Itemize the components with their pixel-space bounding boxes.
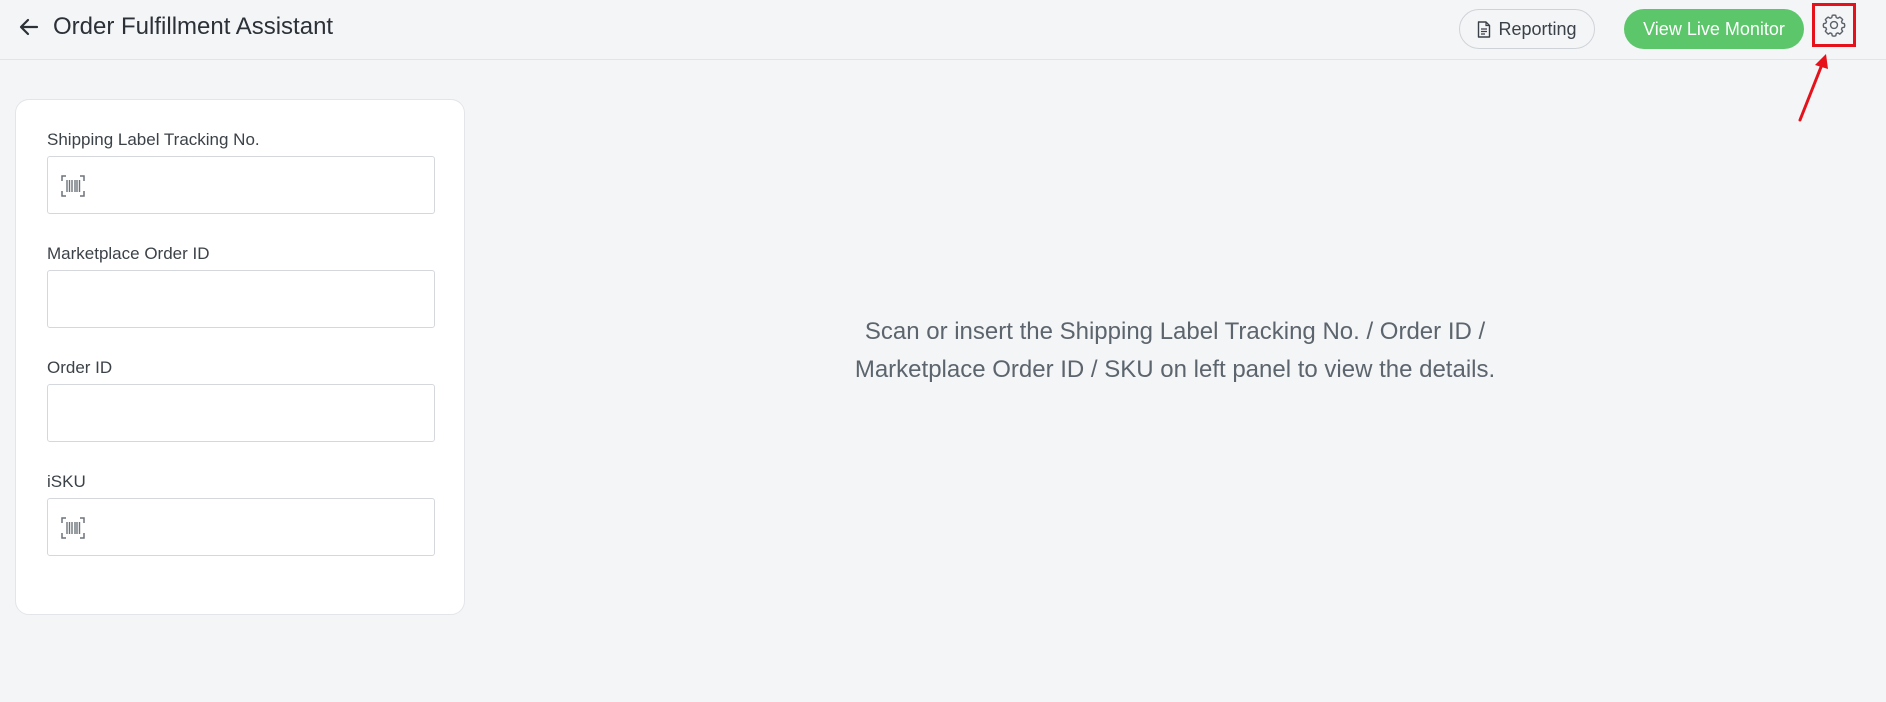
marketplace-order-id-field[interactable] xyxy=(47,270,435,328)
tracking-number-label: Shipping Label Tracking No. xyxy=(47,130,260,149)
order-id-field[interactable] xyxy=(47,384,435,442)
back-button[interactable] xyxy=(14,12,44,42)
marketplace-order-id-input[interactable] xyxy=(48,271,434,327)
empty-state-message: Scan or insert the Shipping Label Tracki… xyxy=(760,313,1590,389)
arrow-left-icon xyxy=(19,18,39,36)
settings-button[interactable] xyxy=(1812,3,1856,47)
reporting-label: Reporting xyxy=(1498,18,1577,39)
top-header: Order Fulfillment Assistant Reporting Vi… xyxy=(0,0,1886,60)
order-id-label: Order ID xyxy=(47,358,113,377)
marketplace-order-id-label: Marketplace Order ID xyxy=(47,244,210,263)
document-icon xyxy=(1478,20,1491,38)
isku-field[interactable] xyxy=(47,498,435,556)
tracking-number-field[interactable] xyxy=(47,156,435,214)
annotation-arrow xyxy=(1798,54,1828,122)
empty-state-line-2: Marketplace Order ID / SKU on left panel… xyxy=(854,356,1496,383)
gear-icon xyxy=(1822,14,1846,37)
tracking-number-input[interactable] xyxy=(48,157,434,213)
page-title: Order Fulfillment Assistant xyxy=(53,13,334,40)
view-live-monitor-button[interactable]: View Live Monitor xyxy=(1624,9,1804,49)
isku-label: iSKU xyxy=(47,472,86,491)
empty-state-line-1: Scan or insert the Shipping Label Tracki… xyxy=(864,318,1486,345)
search-panel: Shipping Label Tracking No. Marketplace … xyxy=(15,99,465,615)
isku-input[interactable] xyxy=(48,499,434,555)
order-id-input[interactable] xyxy=(48,385,434,441)
reporting-button[interactable]: Reporting xyxy=(1459,9,1595,49)
